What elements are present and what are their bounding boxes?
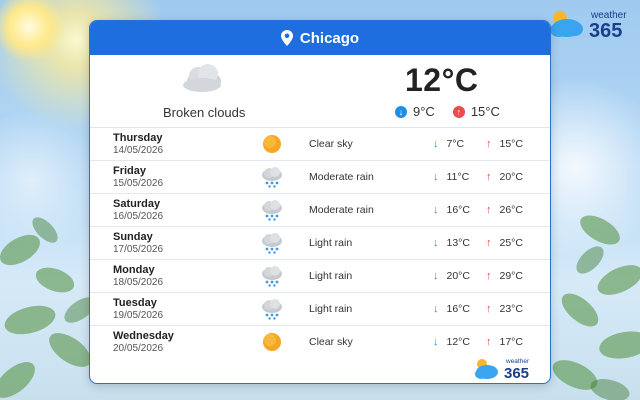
forecast-min-value: 20°C — [446, 270, 470, 282]
forecast-max-value: 20°C — [499, 171, 523, 183]
forecast-day: Friday — [113, 165, 147, 177]
cloud-icon — [183, 64, 221, 92]
forecast-row: Monday 18/05/2026 Light rain ↓ 20°C ↑ 29°C — [90, 260, 550, 293]
weather365-logo-small: weather 365 — [475, 358, 530, 381]
forecast-date: 15/05/2026 — [113, 178, 164, 189]
forecast-min-value: 16°C — [446, 303, 470, 315]
current-min: 9°C — [413, 104, 435, 119]
forecast-condition: Clear sky — [309, 138, 353, 150]
forecast-min-value: 12°C — [446, 336, 470, 348]
arrow-down-icon: ↓ — [433, 303, 439, 315]
arrow-down-icon: ↓ — [433, 237, 439, 249]
forecast-day: Wednesday — [113, 330, 174, 342]
forecast-date: 19/05/2026 — [113, 310, 164, 321]
arrow-down-icon: ↓ — [433, 204, 439, 216]
forecast-min-value: 13°C — [446, 237, 470, 249]
forecast-row: Tuesday 19/05/2026 Light rain ↓ 16°C ↑ 23°… — [90, 293, 550, 326]
arrow-up-icon: ↑ — [486, 303, 492, 315]
arrow-down-icon: ↓ — [433, 138, 439, 150]
forecast-max-value: 25°C — [499, 237, 523, 249]
forecast-row: Wednesday 20/05/2026 Clear sky ↓ 12°C ↑ 17… — [90, 326, 550, 358]
forecast-max: ↑ 23°C — [486, 303, 523, 315]
forecast-row: Thursday 14/05/2026 Clear sky ↓ 7°C ↑ 15°C — [90, 128, 550, 161]
forecast-condition: Light rain — [309, 237, 353, 249]
forecast-date: 14/05/2026 — [113, 145, 164, 156]
weather-card: Chicago Broken clouds 12°C ↓ 9°C ↑ 15°C … — [89, 20, 551, 384]
forecast-max-value: 26°C — [499, 204, 523, 216]
forecast-day: Monday — [113, 264, 155, 276]
forecast-min: ↓ 20°C — [433, 270, 470, 282]
location-name: Chicago — [299, 29, 360, 47]
forecast-max: ↑ 17°C — [486, 336, 523, 348]
arrow-up-icon: ↑ — [486, 336, 492, 348]
forecast-condition: Light rain — [309, 270, 353, 282]
forecast-max: ↑ 29°C — [486, 270, 523, 282]
forecast-max: ↑ 20°C — [486, 171, 523, 183]
arrow-up-icon: ↑ — [486, 171, 492, 183]
location-pin-icon — [280, 30, 293, 46]
arrow-up-icon: ↑ — [452, 105, 465, 118]
rain-cloud-icon — [262, 299, 282, 320]
arrow-down-icon: ↓ — [433, 270, 439, 282]
forecast-min-value: 16°C — [446, 204, 470, 216]
location-header: Chicago — [90, 21, 550, 55]
forecast-min: ↓ 13°C — [433, 237, 470, 249]
current-weather: Broken clouds 12°C ↓ 9°C ↑ 15°C — [90, 55, 550, 128]
forecast-max: ↑ 15°C — [486, 138, 523, 150]
forecast-row: Saturday 16/05/2026 Moderate rain ↓ 16°C … — [90, 194, 550, 227]
current-max: 15°C — [470, 104, 500, 119]
rain-cloud-icon — [262, 233, 282, 254]
forecast-day: Sunday — [113, 231, 153, 243]
svg-text:365: 365 — [589, 20, 622, 40]
svg-text:weather: weather — [505, 358, 530, 365]
forecast-min-value: 7°C — [446, 138, 465, 150]
forecast-min-value: 11°C — [446, 171, 470, 183]
arrow-down-icon: ↓ — [433, 171, 439, 183]
forecast-date: 17/05/2026 — [113, 244, 164, 255]
arrow-down-icon: ↓ — [395, 105, 407, 118]
forecast-max-value: 23°C — [499, 303, 523, 315]
sun-icon — [263, 135, 281, 153]
forecast-day: Saturday — [113, 198, 161, 210]
forecast-day: Thursday — [113, 132, 163, 144]
arrow-up-icon: ↑ — [486, 270, 492, 282]
forecast-max-value: 15°C — [499, 138, 523, 150]
forecast-date: 16/05/2026 — [113, 211, 164, 222]
forecast-min: ↓ 16°C — [433, 303, 470, 315]
rain-cloud-icon — [262, 200, 282, 221]
forecast-condition: Moderate rain — [309, 171, 374, 183]
forecast-day: Tuesday — [113, 297, 157, 309]
arrow-up-icon: ↑ — [486, 237, 492, 249]
forecast-min: ↓ 12°C — [433, 336, 470, 348]
forecast-max: ↑ 25°C — [486, 237, 523, 249]
forecast-min: ↓ 16°C — [433, 204, 470, 216]
rain-cloud-icon — [262, 266, 282, 287]
forecast-date: 20/05/2026 — [113, 343, 164, 354]
arrow-up-icon: ↑ — [486, 204, 492, 216]
forecast-row: Sunday 17/05/2026 Light rain ↓ 13°C ↑ 25°C — [90, 227, 550, 260]
forecast-row: Friday 15/05/2026 Moderate rain ↓ 11°C ↑ 2… — [90, 161, 550, 194]
current-temperature: 12°C — [405, 62, 479, 98]
arrow-down-icon: ↓ — [433, 336, 439, 348]
forecast-condition: Moderate rain — [309, 204, 374, 216]
forecast-condition: Light rain — [309, 303, 353, 315]
svg-text:365: 365 — [504, 365, 529, 381]
sun-icon — [263, 333, 281, 351]
forecast-date: 18/05/2026 — [113, 277, 164, 288]
forecast-list: Thursday 14/05/2026 Clear sky ↓ 7°C ↑ 15°C… — [90, 128, 550, 358]
forecast-max-value: 17°C — [499, 336, 523, 348]
weather365-logo: weather 365 — [550, 10, 627, 40]
current-description: Broken clouds — [163, 105, 246, 120]
arrow-up-icon: ↑ — [486, 138, 492, 150]
forecast-condition: Clear sky — [309, 336, 353, 348]
current-range: ↓ 9°C ↑ 15°C — [395, 104, 500, 119]
rain-cloud-icon — [262, 167, 282, 188]
forecast-min: ↓ 7°C — [433, 138, 464, 150]
forecast-min: ↓ 11°C — [433, 171, 469, 183]
forecast-max-value: 29°C — [499, 270, 523, 282]
forecast-max: ↑ 26°C — [486, 204, 523, 216]
